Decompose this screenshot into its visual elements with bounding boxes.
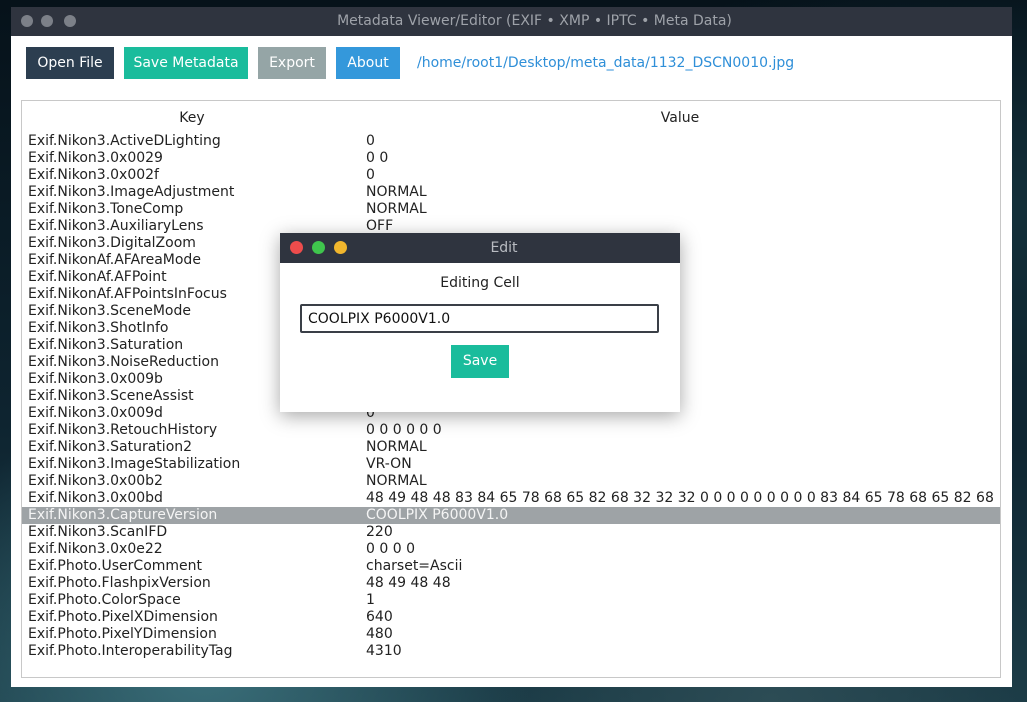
window-title: Metadata Viewer/Editor (EXIF • XMP • IPT… [337,13,732,29]
table-row[interactable]: Exif.Photo.PixelYDimension 480 [22,626,1000,643]
dialog-save-button[interactable]: Save [451,345,509,378]
row-key-cell[interactable]: Exif.Nikon3.ImageAdjustment [28,184,234,201]
row-key-cell[interactable]: Exif.Photo.UserComment [28,558,202,575]
table-row[interactable]: Exif.Photo.PixelXDimension 640 [22,609,1000,626]
row-key-cell[interactable]: Exif.Photo.FlashpixVersion [28,575,211,592]
row-key-cell[interactable]: Exif.Nikon3.NoiseReduction [28,354,219,371]
row-key-cell[interactable]: Exif.Nikon3.ScanIFD [28,524,167,541]
row-key-cell[interactable]: Exif.Nikon3.DigitalZoom [28,235,196,252]
file-path-label: /home/root1/Desktop/meta_data/1132_DSCN0… [417,55,795,71]
edit-cell-input[interactable] [300,304,659,333]
row-key-cell[interactable]: Exif.Nikon3.AuxiliaryLens [28,218,204,235]
window-titlebar: Metadata Viewer/Editor (EXIF • XMP • IPT… [11,7,1012,36]
table-row[interactable]: Exif.Photo.UserComment charset=Ascii [22,558,1000,575]
row-value-cell[interactable]: 48 49 48 48 83 84 65 78 68 65 82 68 32 3… [366,490,998,507]
row-key-cell[interactable]: Exif.Nikon3.SceneAssist [28,388,194,405]
row-key-cell[interactable]: Exif.Photo.PixelXDimension [28,609,218,626]
table-row[interactable]: Exif.Nikon3.ScanIFD 220 [22,524,1000,541]
row-value-cell[interactable]: 0 [366,133,998,150]
row-key-cell[interactable]: Exif.Nikon3.0x009d [28,405,163,422]
row-value-cell[interactable]: 0 0 0 0 0 0 [366,422,998,439]
row-value-cell[interactable]: 0 0 [366,150,998,167]
row-key-cell[interactable]: Exif.Nikon3.0x00bd [28,490,163,507]
edit-dialog: Edit Editing Cell Save [280,233,680,412]
dialog-heading: Editing Cell [440,275,520,291]
table-row[interactable]: Exif.Nikon3.ImageAdjustment NORMAL [22,184,1000,201]
column-header-value[interactable]: Value [362,101,998,135]
row-value-cell[interactable]: 4310 [366,643,998,660]
row-value-cell[interactable]: NORMAL [366,184,998,201]
row-key-cell[interactable]: Exif.Nikon3.Saturation2 [28,439,192,456]
table-row-selected[interactable]: Exif.Nikon3.CaptureVersion COOLPIX P6000V… [22,507,1000,524]
row-value-cell[interactable]: 480 [366,626,998,643]
table-row[interactable]: Exif.Nikon3.RetouchHistory 0 0 0 0 0 0 [22,422,1000,439]
row-value-cell[interactable]: NORMAL [366,439,998,456]
table-row[interactable]: Exif.Photo.FlashpixVersion 48 49 48 48 [22,575,1000,592]
dialog-title: Edit [490,240,518,256]
row-value-cell[interactable]: VR-ON [366,456,998,473]
row-key-cell[interactable]: Exif.Nikon3.0x0e22 [28,541,163,558]
row-value-cell[interactable]: COOLPIX P6000V1.0 [366,507,998,524]
row-key-cell[interactable]: Exif.Nikon3.ShotInfo [28,320,168,337]
row-key-cell[interactable]: Exif.Nikon3.CaptureVersion [28,507,217,524]
row-key-cell[interactable]: Exif.Photo.PixelYDimension [28,626,217,643]
table-row[interactable]: Exif.Photo.InteroperabilityTag 4310 [22,643,1000,660]
row-value-cell[interactable]: 640 [366,609,998,626]
row-key-cell[interactable]: Exif.Nikon3.ImageStabilization [28,456,240,473]
open-file-button[interactable]: Open File [26,47,114,79]
row-key-cell[interactable]: Exif.Photo.InteroperabilityTag [28,643,233,660]
row-key-cell[interactable]: Exif.Nikon3.ActiveDLighting [28,133,221,150]
row-key-cell[interactable]: Exif.Nikon3.RetouchHistory [28,422,217,439]
dialog-titlebar: Edit [280,233,680,263]
save-metadata-button[interactable]: Save Metadata [124,47,248,79]
row-value-cell[interactable]: charset=Ascii [366,558,998,575]
row-value-cell[interactable]: NORMAL [366,201,998,218]
row-value-cell[interactable]: 220 [366,524,998,541]
column-header-key[interactable]: Key [22,101,362,135]
table-row[interactable]: Exif.Nikon3.ActiveDLighting 0 [22,133,1000,150]
table-row[interactable]: Exif.Nikon3.Saturation2 NORMAL [22,439,1000,456]
row-key-cell[interactable]: Exif.NikonAf.AFAreaMode [28,252,201,269]
row-key-cell[interactable]: Exif.NikonAf.AFPointsInFocus [28,286,227,303]
export-button[interactable]: Export [258,47,326,79]
row-key-cell[interactable]: Exif.Nikon3.ToneComp [28,201,183,218]
row-key-cell[interactable]: Exif.Nikon3.0x00b2 [28,473,163,490]
table-row[interactable]: Exif.Nikon3.ToneComp NORMAL [22,201,1000,218]
table-row[interactable]: Exif.Nikon3.0x00b2 NORMAL [22,473,1000,490]
row-value-cell[interactable]: 0 0 0 0 [366,541,998,558]
table-row[interactable]: Exif.Nikon3.ImageStabilization VR-ON [22,456,1000,473]
row-value-cell[interactable]: 1 [366,592,998,609]
table-row[interactable]: Exif.Nikon3.0x00bd 48 49 48 48 83 84 65 7… [22,490,1000,507]
row-key-cell[interactable]: Exif.Nikon3.Saturation [28,337,183,354]
row-key-cell[interactable]: Exif.Nikon3.0x0029 [28,150,163,167]
row-key-cell[interactable]: Exif.Photo.ColorSpace [28,592,181,609]
table-row[interactable]: Exif.Nikon3.0x0e22 0 0 0 0 [22,541,1000,558]
row-key-cell[interactable]: Exif.Nikon3.SceneMode [28,303,191,320]
row-key-cell[interactable]: Exif.Nikon3.0x009b [28,371,163,388]
row-value-cell[interactable]: 48 49 48 48 [366,575,998,592]
about-button[interactable]: About [336,47,400,79]
row-key-cell[interactable]: Exif.NikonAf.AFPoint [28,269,167,286]
row-key-cell[interactable]: Exif.Nikon3.0x002f [28,167,159,184]
row-value-cell[interactable]: NORMAL [366,473,998,490]
table-row[interactable]: Exif.Nikon3.0x002f 0 [22,167,1000,184]
table-row[interactable]: Exif.Photo.ColorSpace 1 [22,592,1000,609]
row-value-cell[interactable]: 0 [366,167,998,184]
table-row[interactable]: Exif.Nikon3.0x0029 0 0 [22,150,1000,167]
